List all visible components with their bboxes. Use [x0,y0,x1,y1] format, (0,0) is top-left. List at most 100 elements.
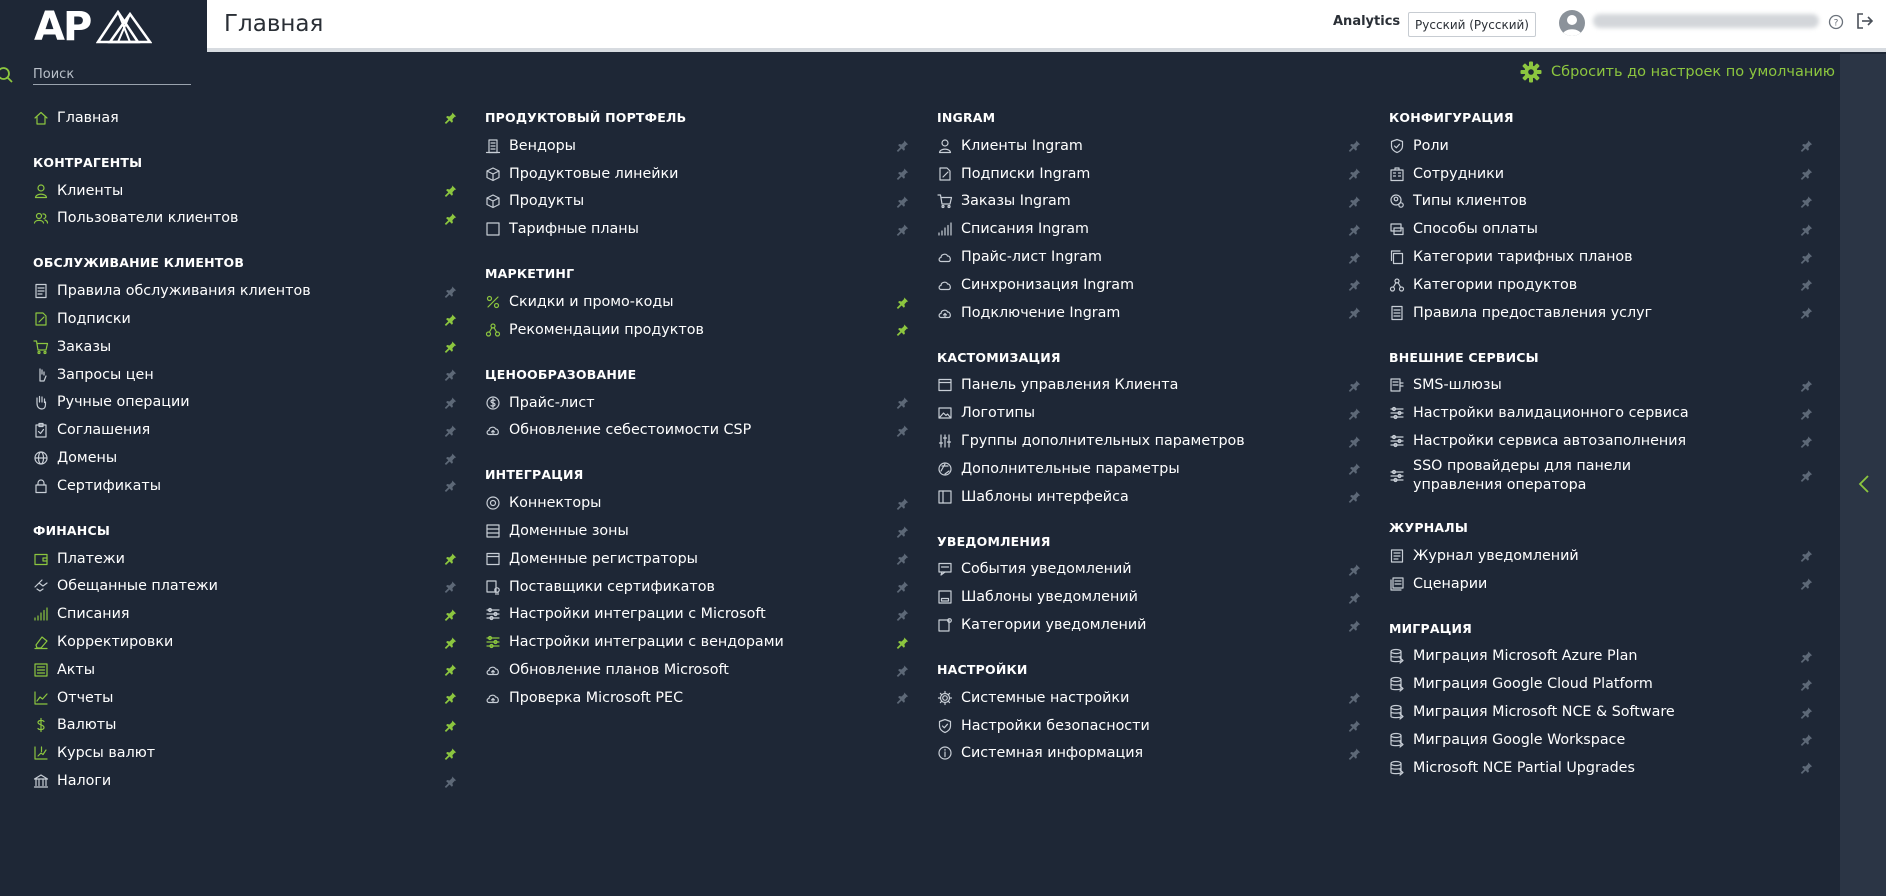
pin-icon[interactable] [1347,490,1361,504]
pin-icon[interactable] [895,496,909,510]
logout-icon[interactable] [1856,12,1874,30]
menu-item[interactable]: Тарифные планы [485,215,908,243]
menu-item[interactable]: Доменные зоны [485,517,908,545]
menu-item[interactable]: Обещанные платежи [33,573,456,601]
menu-item[interactable]: Дополнительные параметры [937,455,1360,483]
pin-icon[interactable] [1799,278,1813,292]
pin-icon[interactable] [1347,378,1361,392]
menu-item[interactable]: Миграция Microsoft NCE & Software [1389,698,1812,726]
pin-icon[interactable] [895,691,909,705]
pin-icon[interactable] [1347,719,1361,733]
menu-item[interactable]: Журнал уведомлений [1389,542,1812,570]
pin-icon[interactable] [1799,194,1813,208]
menu-item[interactable]: Миграция Google Workspace [1389,726,1812,754]
menu-item[interactable]: Настройки сервиса автозаполнения [1389,427,1812,455]
menu-item[interactable]: Отчеты [33,684,456,712]
pin-active-icon[interactable] [443,552,457,566]
pin-icon[interactable] [1347,462,1361,476]
pin-icon[interactable] [895,580,909,594]
menu-item[interactable]: Запросы цен [33,361,456,389]
pin-icon[interactable] [895,396,909,410]
pin-icon[interactable] [1799,222,1813,236]
menu-item[interactable]: Прайс-лист Ingram [937,243,1360,271]
menu-item[interactable]: Клиенты [33,177,456,205]
pin-icon[interactable] [1347,691,1361,705]
menu-item[interactable]: Коннекторы [485,489,908,517]
chevron-left-icon[interactable] [1858,474,1870,494]
pin-icon[interactable] [1799,469,1813,483]
pin-icon[interactable] [1799,733,1813,747]
menu-item[interactable]: Категории продуктов [1389,271,1812,299]
pin-icon[interactable] [895,222,909,236]
pin-icon[interactable] [1799,549,1813,563]
pin-icon[interactable] [1799,306,1813,320]
menu-item[interactable]: Сертификаты [33,472,456,500]
logo-area[interactable]: AP [0,0,207,54]
menu-item[interactable]: Обновление себестоимости CSP [485,417,908,445]
pin-active-icon[interactable] [443,312,457,326]
menu-item[interactable]: Вендоры [485,132,908,160]
pin-icon[interactable] [443,774,457,788]
pin-icon[interactable] [1799,378,1813,392]
pin-icon[interactable] [1799,677,1813,691]
help-icon[interactable]: ? [1828,14,1844,30]
menu-item[interactable]: Сценарии [1389,570,1812,598]
pin-icon[interactable] [443,479,457,493]
pin-icon[interactable] [1799,761,1813,775]
pin-icon[interactable] [1347,250,1361,264]
avatar[interactable] [1559,10,1585,36]
menu-item[interactable]: SSO провайдеры для панели управления опе… [1389,455,1812,497]
pin-icon[interactable] [1799,406,1813,420]
pin-icon[interactable] [1347,434,1361,448]
menu-item[interactable]: Настройки безопасности [937,712,1360,740]
pin-icon[interactable] [895,524,909,538]
pin-active-icon[interactable] [443,607,457,621]
pin-icon[interactable] [895,194,909,208]
pin-icon[interactable] [1347,194,1361,208]
menu-item[interactable]: Логотипы [937,399,1360,427]
menu-item[interactable]: Настройки интеграции с Microsoft [485,601,908,629]
pin-icon[interactable] [1799,139,1813,153]
pin-icon[interactable] [1347,278,1361,292]
menu-item[interactable]: Скидки и промо-коды [485,288,908,316]
menu-item[interactable]: Продукты [485,188,908,216]
menu-item[interactable]: Microsoft NCE Partial Upgrades [1389,754,1812,782]
language-select[interactable]: Русский (Русский) [1408,12,1536,37]
menu-item[interactable]: Категории уведомлений [937,611,1360,639]
menu-item[interactable]: Акты [33,656,456,684]
pin-icon[interactable] [1347,167,1361,181]
pin-icon[interactable] [1347,306,1361,320]
menu-item[interactable]: Валюты [33,712,456,740]
menu-item[interactable]: Прайс-лист [485,389,908,417]
menu-item[interactable]: Подключение Ingram [937,299,1360,327]
pin-icon[interactable] [443,368,457,382]
menu-item[interactable]: Миграция Microsoft Azure Plan [1389,643,1812,671]
pin-icon[interactable] [895,663,909,677]
pin-icon[interactable] [895,423,909,437]
menu-item[interactable]: Панель управления Клиента [937,372,1360,400]
menu-item[interactable]: Продуктовые линейки [485,160,908,188]
menu-item[interactable]: Заказы Ingram [937,188,1360,216]
menu-item[interactable]: Доменные регистраторы [485,545,908,573]
menu-item[interactable]: Курсы валют [33,739,456,767]
menu-item[interactable]: Правила предоставления услуг [1389,299,1812,327]
pin-active-icon[interactable] [443,746,457,760]
menu-item[interactable]: Ручные операции [33,389,456,417]
menu-item[interactable]: Настройки валидационного сервиса [1389,399,1812,427]
pin-icon[interactable] [443,284,457,298]
pin-active-icon[interactable] [443,184,457,198]
pin-icon[interactable] [895,139,909,153]
menu-item[interactable]: Подписки Ingram [937,160,1360,188]
pin-icon[interactable] [895,167,909,181]
menu-item[interactable]: Шаблоны интерфейса [937,483,1360,511]
pin-icon[interactable] [443,451,457,465]
menu-item[interactable]: Домены [33,444,456,472]
pin-icon[interactable] [1799,434,1813,448]
menu-item[interactable]: Обновление планов Microsoft [485,656,908,684]
menu-item[interactable]: Соглашения [33,416,456,444]
pin-icon[interactable] [1347,746,1361,760]
pin-icon[interactable] [1347,222,1361,236]
menu-item[interactable]: Подписки [33,305,456,333]
pin-active-icon[interactable] [443,111,457,125]
menu-item[interactable]: Шаблоны уведомлений [937,583,1360,611]
